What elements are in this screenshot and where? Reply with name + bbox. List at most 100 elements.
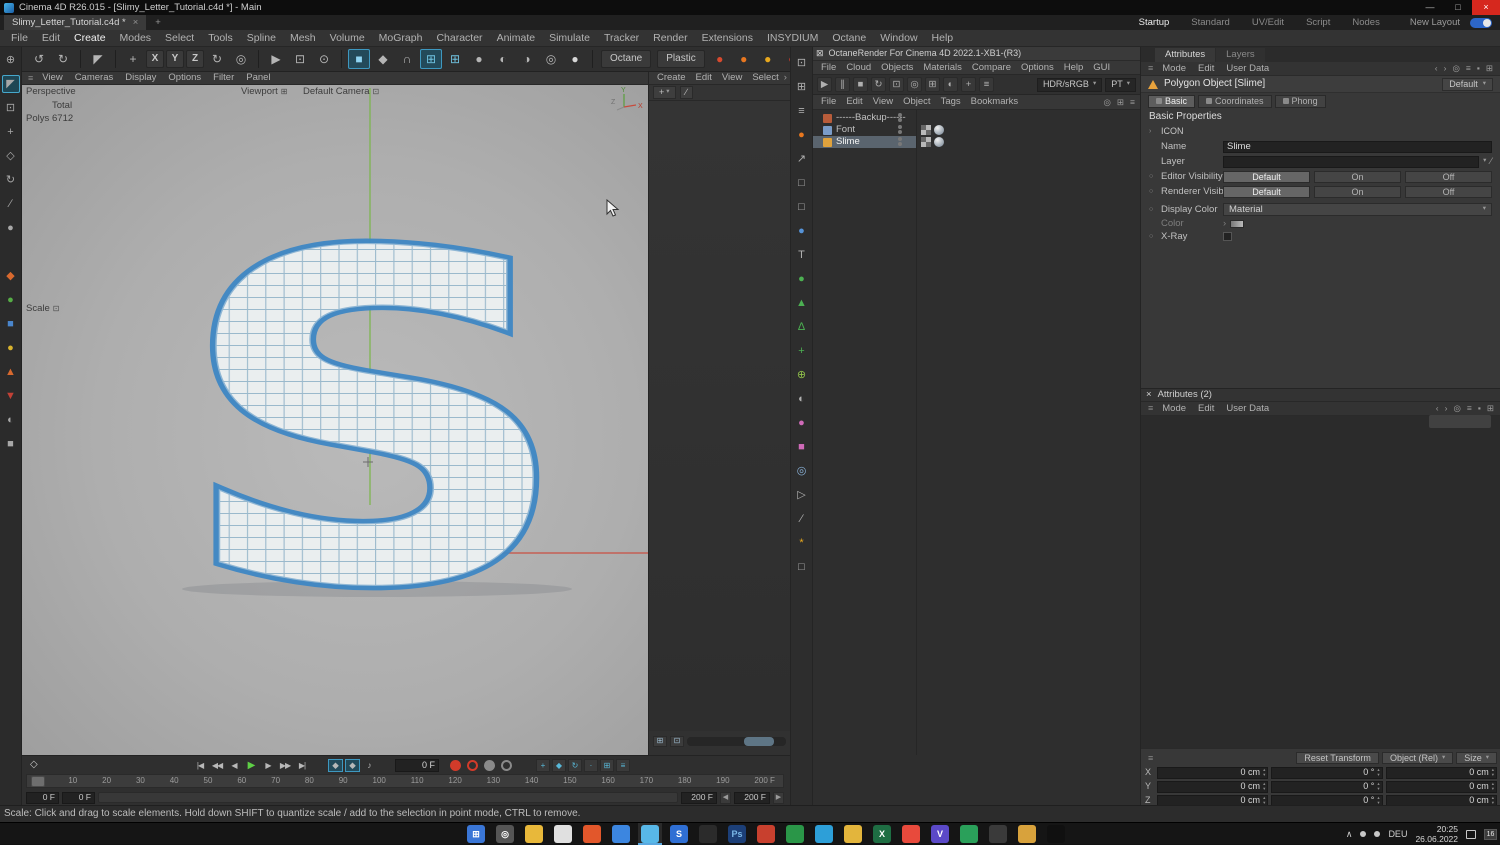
- record-rotation-toggle[interactable]: ↻: [568, 759, 582, 772]
- object-mode-icon[interactable]: ●: [2, 291, 20, 309]
- viewport-tag[interactable]: Viewport ⊞: [241, 87, 288, 97]
- render-view-icon[interactable]: ▶: [265, 49, 287, 69]
- viewport-menu-item[interactable]: Cameras: [69, 73, 120, 83]
- green-app-icon[interactable]: [783, 823, 807, 845]
- lv-focus-picker-icon[interactable]: ◎: [907, 77, 922, 92]
- scale-field[interactable]: 0 cm ▴ ▾: [1385, 780, 1497, 793]
- uvw-tag-icon[interactable]: [921, 137, 931, 147]
- layout-toggle[interactable]: [1470, 17, 1492, 28]
- terminal-icon[interactable]: [1044, 823, 1068, 845]
- next-frame-button[interactable]: ▶: [260, 759, 276, 772]
- hamburger-icon[interactable]: ≡: [25, 73, 36, 83]
- om-view-icon[interactable]: ⊞: [1117, 98, 1124, 107]
- scrollbar-thumb[interactable]: [744, 736, 775, 746]
- range-end-field-2[interactable]: 200 F: [734, 791, 770, 804]
- octane-menu-button[interactable]: Octane: [601, 50, 652, 68]
- layout-button[interactable]: Standard: [1191, 18, 1230, 28]
- volume-builder-icon[interactable]: ◐: [492, 49, 514, 69]
- octane-logo-icon[interactable]: ●: [733, 49, 755, 69]
- color-expander-icon[interactable]: ›: [1223, 219, 1226, 229]
- y-lock-button[interactable]: Y: [166, 50, 184, 68]
- file-explorer-icon[interactable]: [522, 823, 546, 845]
- menu-item[interactable]: Tracker: [597, 33, 646, 44]
- layout-button[interactable]: UV/Edit: [1252, 18, 1284, 28]
- editor-visibility-option[interactable]: Default: [1223, 170, 1310, 183]
- kernel-dropdown[interactable]: PT ▾: [1105, 77, 1136, 92]
- om-menu-item[interactable]: File: [816, 97, 841, 107]
- kernel-graph-icon[interactable]: ↗: [794, 151, 810, 167]
- visibility-dots[interactable]: [898, 125, 902, 134]
- anim-dot-icon[interactable]: ○: [1149, 233, 1161, 240]
- content-scrollbar[interactable]: [687, 736, 786, 746]
- octane-sun-icon[interactable]: ●: [757, 49, 779, 69]
- menu-item[interactable]: Edit: [35, 33, 67, 44]
- prev-frame-button[interactable]: ◀: [226, 759, 242, 772]
- menu-item[interactable]: Mesh: [283, 33, 323, 44]
- editor-visibility-option[interactable]: Off: [1405, 170, 1492, 183]
- lv-menu-icon[interactable]: ≡: [979, 77, 994, 92]
- scale-icon[interactable]: ◇: [2, 147, 20, 165]
- octane-text-icon[interactable]: T: [794, 247, 810, 263]
- close-icon[interactable]: ×: [1146, 390, 1152, 400]
- rotate-tool-icon[interactable]: ↻: [206, 49, 228, 69]
- size-dropdown[interactable]: Size ▾: [1456, 752, 1497, 764]
- keyframe-clock-button[interactable]: [501, 760, 512, 771]
- range-slider[interactable]: [98, 792, 678, 803]
- lv-stop-icon[interactable]: ■: [853, 77, 868, 92]
- menu-item[interactable]: MoGraph: [372, 33, 430, 44]
- undo-icon[interactable]: ↺: [28, 49, 50, 69]
- v-app-icon[interactable]: V: [928, 823, 952, 845]
- target-light-icon[interactable]: ∆: [794, 319, 810, 335]
- viewport-menu-item[interactable]: View: [36, 73, 68, 83]
- viewport-menu-item[interactable]: Display: [119, 73, 162, 83]
- object-row[interactable]: ------Backup------: [813, 112, 1140, 124]
- render-settings-icon[interactable]: ⊙: [313, 49, 335, 69]
- hdri-environment-icon[interactable]: ◐: [794, 391, 810, 407]
- expander-chevron-icon[interactable]: ›: [1149, 128, 1161, 135]
- section-tab[interactable]: Phong: [1274, 94, 1326, 108]
- perspective-label[interactable]: Perspective: [26, 87, 76, 97]
- object-name[interactable]: ------Backup------: [836, 113, 906, 123]
- octane-logo-icon[interactable]: ●: [794, 127, 810, 143]
- object-name[interactable]: Slime: [836, 137, 860, 147]
- attr-filter-icon[interactable]: ≡: [1466, 64, 1471, 73]
- attr-newwin-icon[interactable]: ⊞: [1486, 64, 1493, 73]
- record-scale-toggle[interactable]: ◆: [552, 759, 566, 772]
- octane-lv-menu-item[interactable]: GUI: [1088, 63, 1115, 73]
- paint-icon[interactable]: ∕: [794, 511, 810, 527]
- toolbar-icon[interactable]: [592, 50, 593, 68]
- letter-s-mesh[interactable]: S S S S: [171, 154, 579, 691]
- live-viewer-icon[interactable]: ⊡: [794, 55, 810, 71]
- renderer-visibility-option[interactable]: Default: [1223, 185, 1310, 198]
- spinner-icon[interactable]: ▴ ▾: [1377, 781, 1379, 791]
- attr-back-icon[interactable]: ‹: [1435, 64, 1438, 73]
- sky-object-icon[interactable]: ◎: [540, 49, 562, 69]
- spinner-icon[interactable]: ▴ ▾: [1492, 795, 1494, 805]
- autokey-mode-button[interactable]: ◆: [345, 759, 360, 772]
- viewport-menu-item[interactable]: Panel: [240, 73, 276, 83]
- octane-camera-icon[interactable]: ◎: [794, 463, 810, 479]
- tray-chevron-icon[interactable]: ∧: [1346, 829, 1353, 839]
- ies-light-icon[interactable]: +: [794, 343, 810, 359]
- render-region-icon[interactable]: □: [794, 175, 810, 191]
- editor-visibility-option[interactable]: On: [1314, 170, 1401, 183]
- range-end-field[interactable]: 200 F: [681, 791, 717, 804]
- eyedropper-icon[interactable]: ∕: [679, 86, 694, 99]
- add-button[interactable]: + ▾: [653, 86, 676, 99]
- crop-icon[interactable]: □: [794, 559, 810, 575]
- livedb-icon[interactable]: *: [794, 535, 810, 551]
- layout-list-icon[interactable]: ⊡: [670, 735, 684, 747]
- range-right-arrow[interactable]: ▶: [773, 791, 784, 804]
- workplane-mode-icon[interactable]: ■: [2, 315, 20, 333]
- spinner-icon[interactable]: ▴ ▾: [1263, 767, 1265, 777]
- texture-mode-icon[interactable]: ◐: [2, 411, 20, 429]
- current-frame-field[interactable]: 0 F: [395, 759, 439, 772]
- document-tab[interactable]: Slimy_Letter_Tutorial.c4d * ×: [4, 15, 147, 30]
- toolbar-icon[interactable]: [258, 50, 259, 68]
- plastic-menu-button[interactable]: Plastic: [657, 50, 705, 68]
- uvw-tag-icon[interactable]: [921, 125, 931, 135]
- toolbar-icon[interactable]: [115, 50, 116, 68]
- colorspace-dropdown[interactable]: HDR/sRGB ▾: [1036, 77, 1103, 92]
- record-params-toggle[interactable]: ⊞: [600, 759, 614, 772]
- phong-tag-icon[interactable]: [934, 125, 944, 135]
